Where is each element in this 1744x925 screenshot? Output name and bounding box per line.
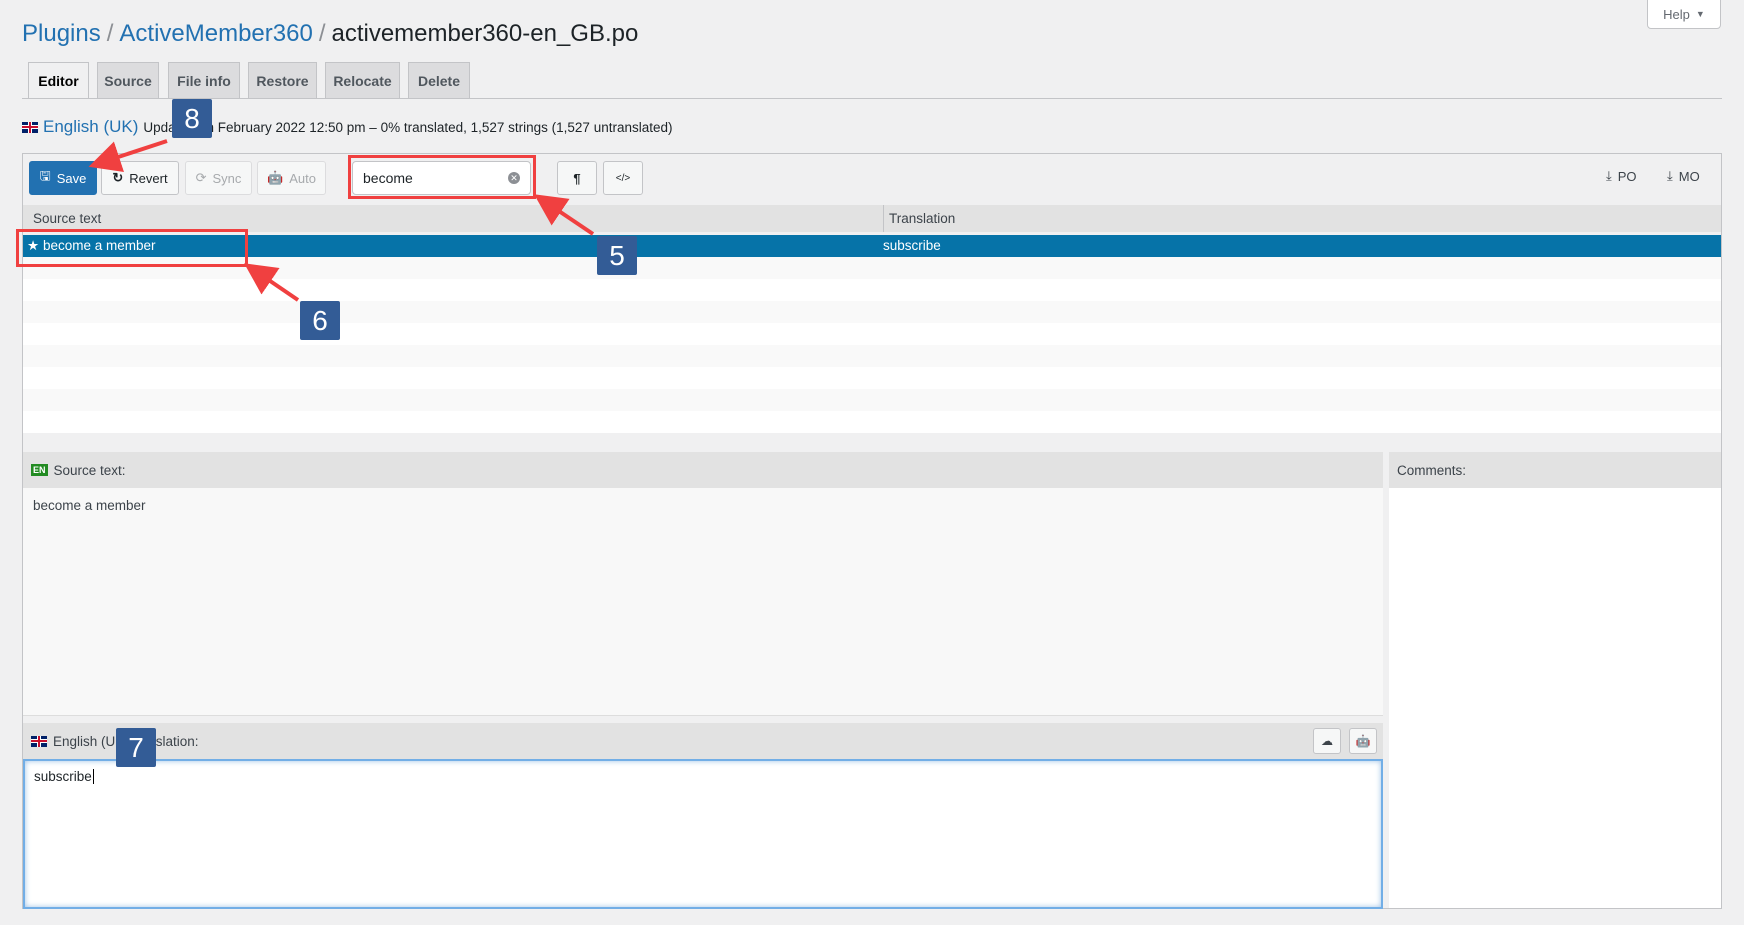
arrow-5 xyxy=(534,194,595,236)
annotation-badge-5: 5 xyxy=(597,236,637,275)
annotation-badge-6: 6 xyxy=(300,301,340,340)
arrow-6 xyxy=(244,263,300,302)
annotation-badge-8: 8 xyxy=(172,99,212,138)
arrow-8 xyxy=(88,139,168,172)
annotation-badge-7: 7 xyxy=(116,728,156,767)
annotation-arrows xyxy=(88,139,595,302)
